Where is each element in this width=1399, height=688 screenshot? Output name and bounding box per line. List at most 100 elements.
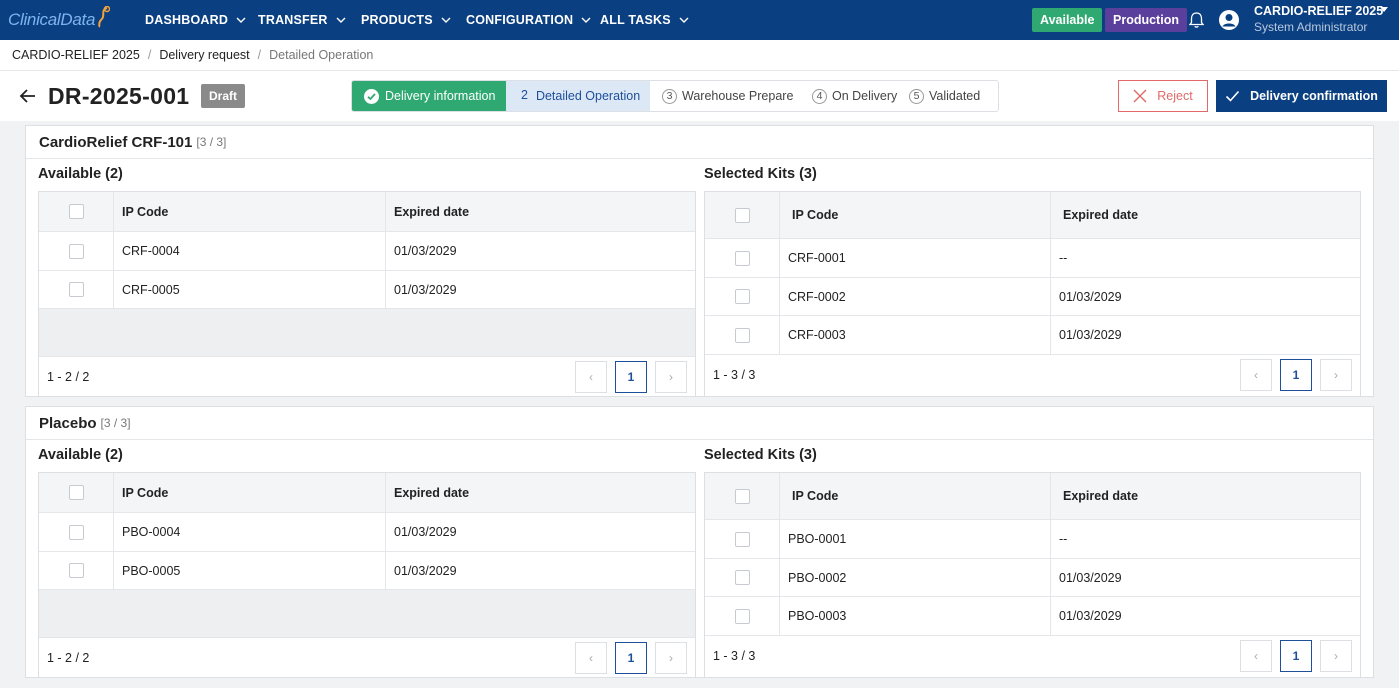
page-number-button[interactable]: 1 [615,641,647,674]
step-warehouse-prepare[interactable]: 3 Warehouse Prepare [650,81,799,111]
back-arrow-icon[interactable] [18,86,38,106]
nav-configuration-label: CONFIGURATION [466,13,574,27]
step-detailed-operation[interactable]: 2 Detailed Operation [506,81,650,111]
table-row[interactable]: CRF-0003 01/03/2029 [705,316,1360,355]
app-logo[interactable]: ClinicalData [0,0,132,40]
row-checkbox[interactable] [734,570,750,585]
chevron-down-icon [236,17,246,23]
ip-code-cell: PBO-0005 [114,552,386,589]
product-name: CardioRelief CRF-101 [39,133,193,151]
row-checkbox-cell [705,316,780,354]
row-checkbox-cell [705,559,780,596]
next-page-button[interactable]: › [1320,640,1352,672]
row-checkbox[interactable] [68,563,84,578]
col-ip-code[interactable]: IP Code [114,473,386,512]
table-row[interactable]: CRF-0001 -- [705,239,1360,278]
confirm-label: Delivery confirmation [1250,89,1378,103]
nav-transfer[interactable]: TRANSFER [258,0,346,40]
check-circle-icon [364,88,379,104]
table-row[interactable]: CRF-0002 01/03/2029 [705,278,1360,316]
user-menu[interactable]: CARDIO-RELIEF 2025 System Administrator [1254,4,1383,34]
nav-configuration[interactable]: CONFIGURATION [466,0,591,40]
table-row[interactable]: PBO-0002 01/03/2029 [705,559,1360,597]
table-row[interactable]: PBO-0001 -- [705,520,1360,559]
nav-products[interactable]: PRODUCTS [361,0,451,40]
col-ip-code[interactable]: IP Code [780,473,1051,519]
next-page-button[interactable]: › [655,360,687,393]
step-number: 5 [909,88,924,104]
col-ip-code[interactable]: IP Code [780,192,1051,238]
nav-dashboard[interactable]: DASHBOARD [145,0,246,40]
ip-code-cell: CRF-0002 [780,278,1051,315]
expired-date-cell: 01/03/2029 [394,525,457,539]
select-all-checkbox[interactable] [68,485,84,500]
available-table: IP Code Expired date PBO-0004 01/03/2029… [38,472,696,678]
select-all-checkbox[interactable] [734,488,750,504]
next-page-button[interactable]: › [655,641,687,674]
table-row[interactable]: PBO-0004 01/03/2029 [39,513,695,552]
prev-page-button[interactable]: ‹ [1240,640,1272,672]
page-number-button[interactable]: 1 [1280,359,1312,391]
breadcrumb-study[interactable]: CARDIO-RELIEF 2025 [12,48,140,62]
expired-date-cell: 01/03/2029 [394,244,457,258]
row-checkbox[interactable] [68,282,84,297]
selected-kits-table: IP Code Expired date CRF-0001 -- CRF-000… [704,191,1361,397]
row-checkbox[interactable] [734,250,750,266]
nav-all-tasks[interactable]: ALL TASKS [600,0,689,40]
step-on-delivery[interactable]: 4 On Delivery [799,81,903,111]
select-all-cell [39,473,114,512]
availability-badge: Available [1032,8,1103,32]
reject-button[interactable]: Reject [1118,80,1208,112]
page-number-button[interactable]: 1 [1280,640,1312,672]
prev-page-button[interactable]: ‹ [575,641,607,674]
col-ip-code[interactable]: IP Code [114,192,386,231]
select-all-checkbox[interactable] [68,204,84,219]
step-label: Detailed Operation [535,89,641,103]
row-checkbox[interactable] [734,327,750,343]
caret-down-icon[interactable] [1379,7,1389,13]
row-checkbox[interactable] [68,524,84,540]
selected-kits-title: Selected Kits (3) [704,166,817,182]
page-number-button[interactable]: 1 [615,360,647,393]
prev-page-button[interactable]: ‹ [1240,359,1272,391]
row-checkbox[interactable] [68,243,84,259]
ip-code-cell: CRF-0001 [780,239,1051,277]
bell-icon[interactable] [1188,11,1205,29]
table-row[interactable]: CRF-0005 01/03/2029 [39,271,695,309]
user-avatar-icon[interactable] [1218,9,1240,31]
pagination-range: 1 - 3 / 3 [713,368,756,382]
nav-products-label: PRODUCTS [361,13,433,27]
logo-swirl-icon [98,6,111,28]
col-expired-date[interactable]: Expired date [1051,473,1138,519]
breadcrumb-delivery-request[interactable]: Delivery request [159,48,249,62]
chevron-down-icon [336,17,346,23]
row-checkbox[interactable] [734,531,750,547]
step-validated[interactable]: 5 Validated [903,81,998,111]
pagination: 1 - 3 / 3 ‹ 1 › [705,636,1360,676]
expired-date-cell: -- [1059,532,1068,546]
table-row[interactable]: PBO-0003 01/03/2029 [705,597,1360,636]
col-expired-date-label: Expired date [1063,489,1139,503]
step-delivery-information[interactable]: Delivery information [352,81,506,111]
row-checkbox-cell [705,597,780,635]
col-expired-date[interactable]: Expired date [386,192,469,231]
col-expired-date[interactable]: Expired date [1051,192,1138,238]
next-page-button[interactable]: › [1320,359,1352,391]
row-checkbox[interactable] [734,289,750,304]
row-checkbox-cell [705,239,780,277]
prev-page-button[interactable]: ‹ [575,360,607,393]
table-row[interactable]: CRF-0004 01/03/2029 [39,232,695,271]
select-all-checkbox[interactable] [734,207,750,223]
col-expired-date[interactable]: Expired date [386,473,469,512]
pagination-range: 1 - 2 / 2 [47,650,90,665]
delivery-confirmation-button[interactable]: Delivery confirmation [1216,80,1387,112]
ip-code-cell: CRF-0005 [114,271,386,308]
row-checkbox[interactable] [734,608,750,624]
table-row[interactable]: PBO-0005 01/03/2029 [39,552,695,590]
table-header-row: IP Code Expired date [705,473,1360,520]
ip-code-cell: PBO-0002 [780,559,1051,596]
ip-code-cell: PBO-0001 [780,520,1051,558]
row-checkbox-cell [39,552,114,589]
selected-kits-title: Selected Kits (3) [704,447,817,463]
ip-code-cell: CRF-0003 [780,316,1051,354]
